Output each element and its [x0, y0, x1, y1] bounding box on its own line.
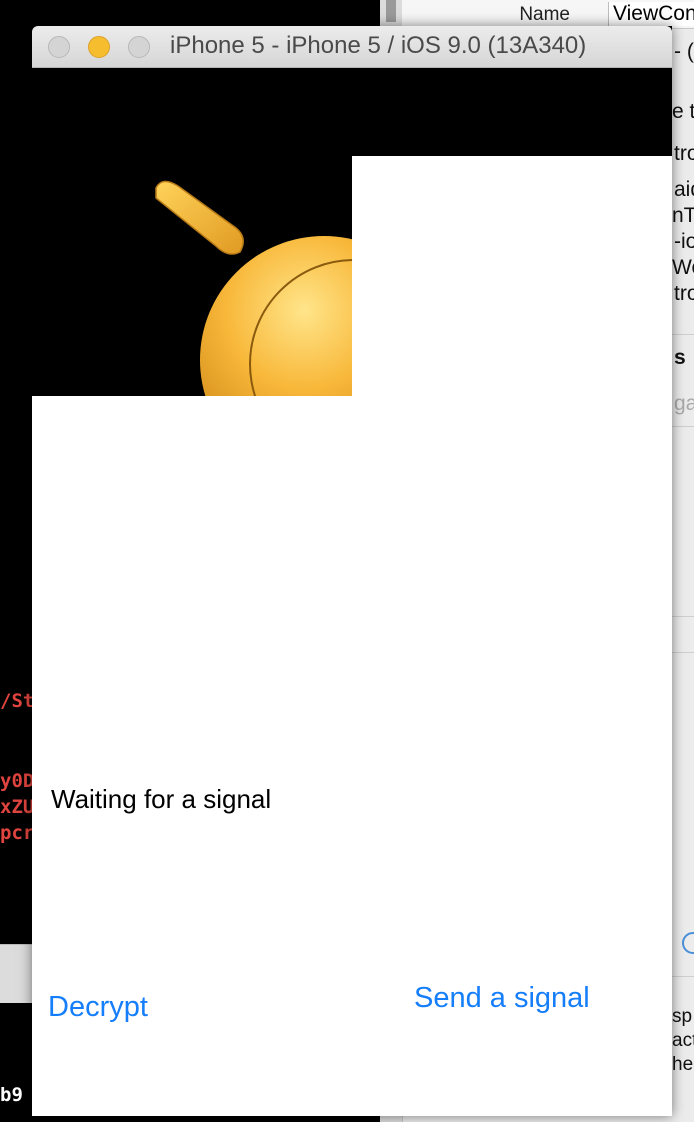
decrypt-button[interactable]: Decrypt [48, 991, 148, 1024]
name-label: Name [519, 4, 570, 25]
window-title: iPhone 5 - iPhone 5 / iOS 9.0 (13A340) [170, 32, 587, 59]
inspector-section-header: s [674, 346, 686, 369]
inspector-divider [672, 652, 694, 653]
window-titlebar[interactable]: iPhone 5 - iPhone 5 / iOS 9.0 (13A340) [32, 26, 672, 68]
overlay-panel-top [352, 156, 672, 396]
inspector-text-fragment: tro [674, 282, 694, 305]
close-window-button[interactable] [48, 36, 70, 58]
inspector-divider [672, 616, 694, 617]
inspector-text-fragment: Wo [672, 256, 694, 279]
inspector-text-fragment: act [672, 1030, 694, 1051]
console-line: /St [0, 690, 35, 712]
inspector-placeholder-fragment: ga [674, 392, 694, 415]
inspector-divider [672, 976, 694, 977]
console-line: y0D [0, 770, 35, 792]
send-signal-button[interactable]: Send a signal [414, 982, 590, 1015]
inspector-text-fragment: sp [672, 1006, 693, 1027]
zoom-window-button[interactable] [128, 36, 150, 58]
scrollbar-thumb[interactable] [386, 0, 396, 22]
console-line: xZU [0, 796, 35, 818]
inspector-text-fragment: he [672, 1054, 694, 1075]
inspector-name-row: Name ViewContr [402, 0, 694, 29]
inspector-text-fragment: e t [672, 100, 694, 123]
inspector-text-fragment: nT [672, 204, 694, 227]
name-field[interactable]: ViewContr [608, 2, 694, 26]
console-bottom-bar [0, 944, 32, 1003]
app-content-panel: Waiting for a signal Decrypt Send a sign… [32, 396, 672, 1116]
simulator-screen: Waiting for a signal Decrypt Send a sign… [32, 68, 672, 1116]
inspector-divider [672, 334, 694, 335]
inspector-divider [672, 426, 694, 427]
minimize-window-button[interactable] [88, 36, 110, 58]
status-label: Waiting for a signal [51, 784, 272, 814]
console-line: pcr [0, 822, 35, 844]
inspector-text-fragment: aid [674, 178, 694, 201]
inspector-text-fragment: tro [674, 142, 694, 165]
inspector-text-fragment: - ( [674, 40, 694, 63]
console-line: b9 [0, 1084, 23, 1106]
teapot-scene [32, 68, 352, 396]
inspector-text-fragment: -io [674, 230, 694, 253]
simulator-window: iPhone 5 - iPhone 5 / iOS 9.0 (13A340) W… [32, 26, 672, 1116]
